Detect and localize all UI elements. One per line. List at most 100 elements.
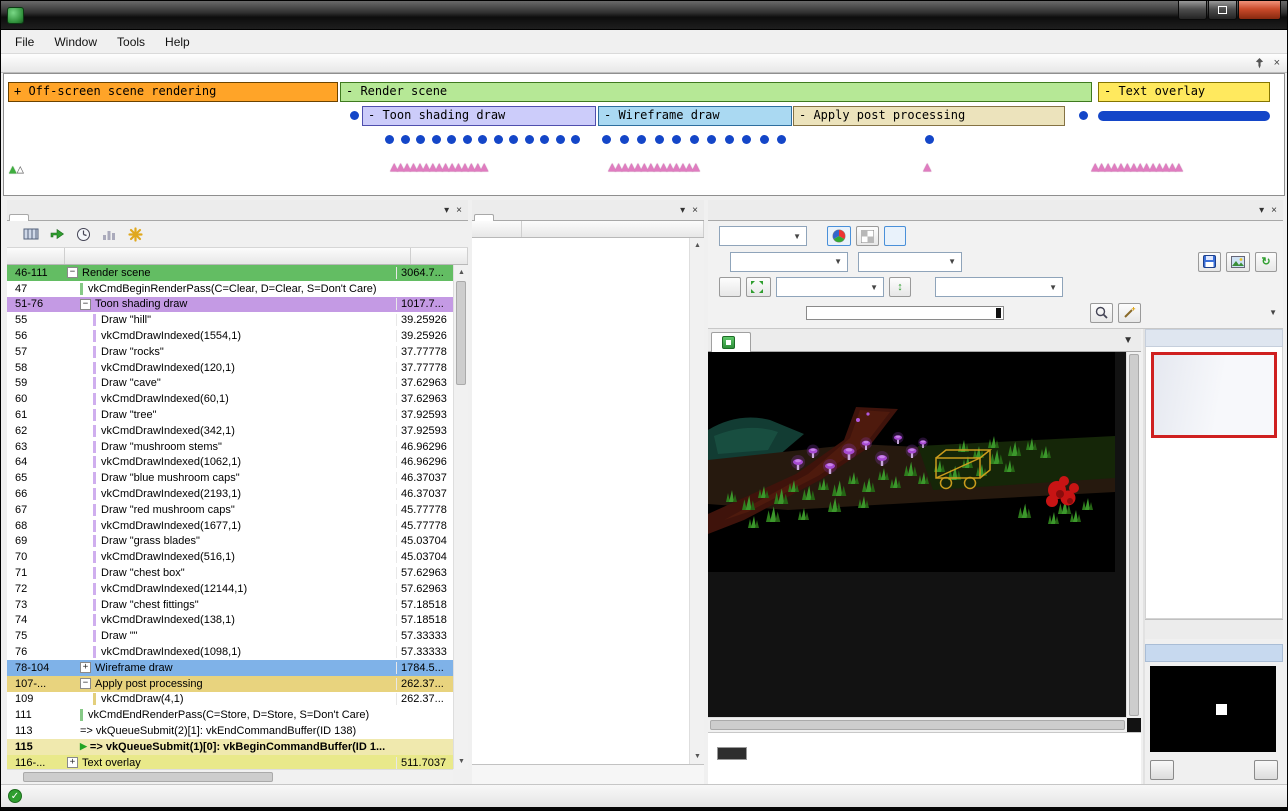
- texture-vscrollbar[interactable]: [1126, 352, 1141, 718]
- colorwheel-button[interactable]: [827, 226, 851, 246]
- autofit-range-button[interactable]: [1090, 303, 1113, 323]
- expand-icon[interactable]: +: [67, 757, 78, 768]
- range-slider-handle[interactable]: [996, 308, 1001, 318]
- refresh-button[interactable]: ↻: [1255, 252, 1277, 272]
- timeline-bar[interactable]: + Off-screen scene rendering: [8, 82, 338, 102]
- event-row[interactable]: 68vkCmdDrawIndexed(1677,1)45.77778: [7, 518, 453, 534]
- menu-help[interactable]: Help: [155, 32, 200, 52]
- event-row[interactable]: 62vkCmdDrawIndexed(342,1)37.92593: [7, 423, 453, 439]
- event-row[interactable]: 75Draw ""57.33333: [7, 628, 453, 644]
- event-row[interactable]: 46-111−Render scene3064.7...: [7, 265, 453, 281]
- timeline-canvas[interactable]: ▲△ + Off-screen scene rendering- Render …: [3, 73, 1285, 196]
- event-row[interactable]: 107-...−Apply post processing262.37...: [7, 676, 453, 692]
- timeline-close-icon[interactable]: ×: [1274, 57, 1280, 69]
- bookmark-icon[interactable]: [126, 225, 144, 243]
- history-button[interactable]: [1150, 760, 1174, 780]
- save-texture-button[interactable]: [1198, 252, 1221, 272]
- texture-viewer-close-icon[interactable]: ×: [1271, 205, 1277, 216]
- scroll-down-icon[interactable]: ▼: [690, 749, 705, 764]
- expand-icon[interactable]: +: [80, 662, 91, 673]
- event-row[interactable]: 71Draw "chest box"57.62963: [7, 565, 453, 581]
- event-row[interactable]: 76vkCmdDrawIndexed(1098,1)57.33333: [7, 644, 453, 660]
- event-row[interactable]: 67Draw "red mushroom caps"45.77778: [7, 502, 453, 518]
- collapse-icon[interactable]: −: [80, 299, 91, 310]
- event-row[interactable]: 55Draw "hill"39.25926: [7, 312, 453, 328]
- event-row[interactable]: 70vkCmdDrawIndexed(516,1)45.03704: [7, 549, 453, 565]
- debug-button[interactable]: [1254, 760, 1278, 780]
- collapse-icon[interactable]: −: [80, 678, 91, 689]
- event-row[interactable]: 57Draw "rocks"37.77778: [7, 344, 453, 360]
- fit-button[interactable]: [746, 277, 771, 297]
- column-name[interactable]: [65, 248, 411, 264]
- maximize-button[interactable]: [1208, 1, 1237, 20]
- event-row[interactable]: 73Draw "chest fittings"57.18518: [7, 597, 453, 613]
- texture-image[interactable]: [708, 352, 1115, 572]
- scroll-up-icon[interactable]: ▲: [690, 238, 705, 253]
- column-api-call[interactable]: [522, 221, 704, 237]
- api-calls-vscrollbar[interactable]: ▲ ▼: [689, 238, 704, 764]
- timeline-bar[interactable]: - Wireframe draw: [598, 106, 792, 126]
- time-durations-icon[interactable]: [74, 225, 92, 243]
- event-row[interactable]: 65Draw "blue mushroom caps"46.37037: [7, 470, 453, 486]
- title-bar[interactable]: [1, 1, 1287, 30]
- zoom-select[interactable]: ▼: [776, 277, 884, 297]
- close-button[interactable]: [1238, 1, 1281, 20]
- column-eid[interactable]: [7, 248, 65, 264]
- event-row[interactable]: 63Draw "mushroom stems"46.96296: [7, 439, 453, 455]
- gamma-button[interactable]: [884, 226, 906, 246]
- scroll-up-icon[interactable]: ▲: [454, 265, 469, 280]
- overlay-select[interactable]: ▼: [935, 277, 1063, 297]
- event-row[interactable]: 60vkCmdDrawIndexed(60,1)37.62963: [7, 391, 453, 407]
- texture-hscrollbar[interactable]: [708, 717, 1127, 732]
- event-row[interactable]: 51-76−Toon shading draw1017.7...: [7, 297, 453, 313]
- pixel-context-view[interactable]: [1150, 666, 1276, 752]
- event-row[interactable]: 64vkCmdDrawIndexed(1062,1)46.96296: [7, 455, 453, 471]
- event-row[interactable]: 47vkCmdBeginRenderPass(C=Clear, D=Clear,…: [7, 281, 453, 297]
- event-row[interactable]: 72vkCmdDrawIndexed(12144,1)57.62963: [7, 581, 453, 597]
- event-browser-vscrollbar[interactable]: ▲ ▼: [453, 265, 468, 769]
- api-calls-menu-icon[interactable]: ▾: [680, 205, 685, 216]
- flip-y-button[interactable]: ↕: [889, 277, 911, 297]
- event-row[interactable]: 66vkCmdDrawIndexed(2193,1)46.37037: [7, 486, 453, 502]
- event-row[interactable]: 109vkCmdDraw(4,1)262.37...: [7, 692, 453, 708]
- fb0-thumbnail[interactable]: [1151, 352, 1277, 438]
- tab-unbound-texture[interactable]: [711, 332, 751, 352]
- menu-tools[interactable]: Tools: [107, 32, 155, 52]
- timeline-view-icon[interactable]: [22, 225, 40, 243]
- timeline-bar[interactable]: - Text overlay: [1098, 82, 1270, 102]
- toolbar-overflow-icon[interactable]: ▼: [1269, 308, 1277, 317]
- timeline-bar[interactable]: - Toon shading draw: [362, 106, 596, 126]
- pin-icon[interactable]: [1255, 57, 1264, 69]
- tab-event-browser[interactable]: [9, 214, 29, 221]
- callstack-section[interactable]: [472, 764, 704, 784]
- event-row[interactable]: 56vkCmdDrawIndexed(1554,1)39.25926: [7, 328, 453, 344]
- column-duration[interactable]: [411, 248, 468, 264]
- texture-viewer-menu-icon[interactable]: ▾: [1259, 205, 1264, 216]
- jump-to-current-icon[interactable]: [48, 225, 66, 243]
- event-browser-close-icon[interactable]: ×: [456, 205, 462, 216]
- range-slider[interactable]: [806, 306, 1004, 320]
- alpha-background-button[interactable]: [856, 226, 879, 246]
- event-row[interactable]: 115▶=> vkQueueSubmit(1)[0]: vkBeginComma…: [7, 739, 453, 755]
- minimize-button[interactable]: [1178, 1, 1207, 20]
- event-row[interactable]: 74vkCmdDrawIndexed(138,1)57.18518: [7, 613, 453, 629]
- texture-tab-list-icon[interactable]: ▼: [1115, 335, 1141, 351]
- timeline-bar[interactable]: - Apply post processing: [793, 106, 1065, 126]
- texture-display[interactable]: [708, 352, 1141, 732]
- timeline-bar[interactable]: - Render scene: [340, 82, 1092, 102]
- stats-icon[interactable]: [100, 225, 118, 243]
- mip-select[interactable]: ▼: [730, 252, 848, 272]
- event-browser-menu-icon[interactable]: ▾: [444, 205, 449, 216]
- open-image-button[interactable]: [1226, 252, 1250, 272]
- menu-window[interactable]: Window: [44, 32, 107, 52]
- event-row[interactable]: 58vkCmdDrawIndexed(120,1)37.77778: [7, 360, 453, 376]
- histogram-wand-button[interactable]: [1118, 303, 1141, 323]
- event-row[interactable]: 113=> vkQueueSubmit(2)[1]: vkEndCommandB…: [7, 723, 453, 739]
- channels-select[interactable]: ▼: [719, 226, 807, 246]
- column-eid[interactable]: [472, 221, 522, 237]
- event-row[interactable]: 116-...+Text overlay511.7037: [7, 755, 453, 769]
- event-row[interactable]: 61Draw "tree"37.92593: [7, 407, 453, 423]
- event-row[interactable]: 69Draw "grass blades"45.03704: [7, 534, 453, 550]
- scroll-down-icon[interactable]: ▼: [454, 754, 469, 769]
- event-row[interactable]: 78-104+Wireframe draw1784.5...: [7, 660, 453, 676]
